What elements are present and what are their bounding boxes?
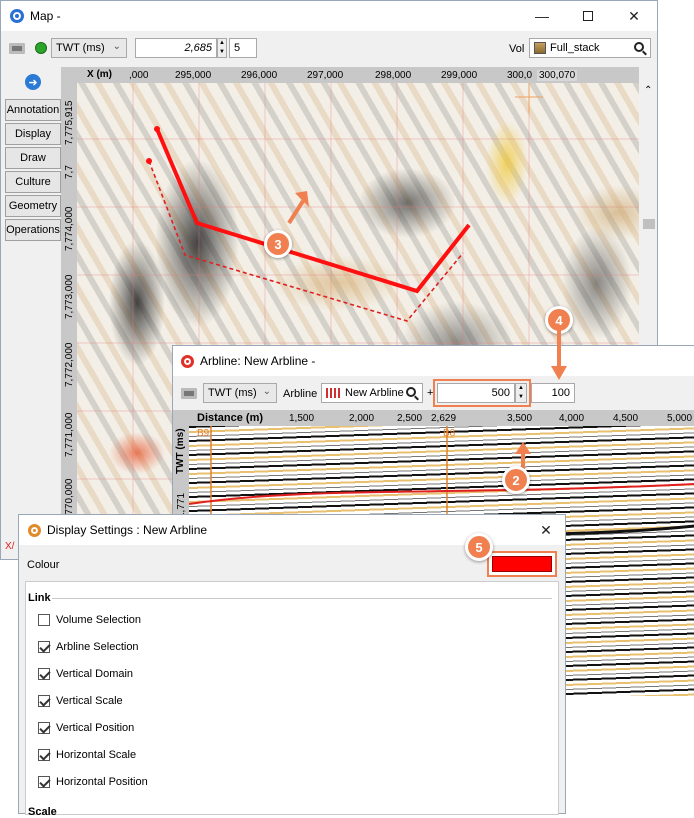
x-tick: 297,000 <box>307 70 344 81</box>
vol-label: Vol <box>509 43 525 55</box>
volume-selector[interactable]: Full_stack <box>529 38 651 58</box>
tab-annotation[interactable]: Annotation <box>5 99 61 121</box>
x-tick-cursor: 2,629 <box>431 413 457 424</box>
horizontal-scale-checkbox[interactable]: Horizontal Scale <box>38 749 136 761</box>
close-icon[interactable]: ✕ <box>611 1 657 31</box>
arbline-dashed <box>148 160 464 322</box>
arbline-value-spinner[interactable]: ▲ ▼ <box>515 383 527 403</box>
volume-icon <box>534 42 546 54</box>
checkbox-checked-icon[interactable] <box>38 641 50 653</box>
volume-selection-checkbox[interactable]: Volume Selection <box>38 614 141 626</box>
checkbox-checked-icon[interactable] <box>38 776 50 788</box>
arbline-label: Arbline <box>283 388 318 400</box>
map-time-spinner[interactable]: ▲ ▼ <box>217 38 227 58</box>
map-domain-select[interactable]: TWT (ms) ⌄ <box>51 38 127 58</box>
arbline-value-input[interactable]: 500 <box>437 383 515 403</box>
arbline-icon <box>326 388 342 398</box>
colour-label: Colour <box>27 559 60 571</box>
x-tick: 296,000 <box>241 70 278 81</box>
chevron-down-icon: ⌄ <box>112 41 121 52</box>
x-tick: 4,500 <box>613 413 639 424</box>
x-tick: 5,000 <box>667 413 693 424</box>
settings-panel: Link Volume Selection Arbline Selection … <box>25 581 559 818</box>
y-axis-label: TWT (ms) <box>175 428 186 474</box>
x-tick: 4,000 <box>559 413 585 424</box>
well-label: B8 <box>443 428 456 439</box>
y-tick: 7,774,000 <box>64 206 75 252</box>
y-tick: 7,772,000 <box>64 342 75 388</box>
x-tick: 1,500 <box>289 413 315 424</box>
checkbox-checked-icon[interactable] <box>38 668 50 680</box>
map-x-axis: X (m) ,000 295,000 296,000 297,000 298,0… <box>61 67 639 83</box>
arbline-step-input[interactable]: 100 <box>531 383 575 403</box>
tab-culture[interactable]: Culture <box>5 171 61 193</box>
map-titlebar[interactable]: Map - — ✕ <box>1 1 657 31</box>
arbline-solid <box>155 128 471 294</box>
vertical-position-checkbox[interactable]: Vertical Position <box>38 722 134 734</box>
display-settings-title: Display Settings : New Arbline <box>47 523 208 537</box>
arbline-toolbar: TWT (ms) ⌄ Arbline New Arbline + 500 ▲ ▼ 1… <box>173 379 694 408</box>
checkbox-checked-icon[interactable] <box>38 695 50 707</box>
map-title: Map - <box>30 9 61 23</box>
callout-badge-2: 2 <box>502 466 530 494</box>
checkbox-checked-icon[interactable] <box>38 722 50 734</box>
maximize-icon[interactable] <box>565 1 611 31</box>
arbline-title: Arbline: New Arbline - <box>200 354 316 368</box>
close-icon[interactable]: ✕ <box>527 515 565 545</box>
nav-arrow-icon[interactable]: ➜ <box>25 74 41 90</box>
section-divider <box>52 598 552 599</box>
scale-section-header: Scale <box>28 806 57 818</box>
map-status-label: X/ <box>5 541 15 552</box>
horizontal-position-checkbox[interactable]: Horizontal Position <box>38 776 148 788</box>
checkbox-icon[interactable] <box>38 614 50 626</box>
link-section-header: Link <box>28 592 51 604</box>
settings-app-icon <box>28 523 41 537</box>
x-tick: 300,0 <box>507 70 533 81</box>
callout-arrow-4 <box>551 330 567 380</box>
arbline-selector[interactable]: New Arbline <box>321 383 423 403</box>
arbline-app-icon <box>181 354 194 368</box>
x-tick: 2,000 <box>349 413 375 424</box>
scroll-thumb[interactable] <box>643 219 655 229</box>
tab-geometry[interactable]: Geometry <box>5 195 61 217</box>
arbline-x-axis: Distance (m) 1,500 2,000 2,500 2,629 3,5… <box>173 410 694 426</box>
colour-swatch-button[interactable] <box>492 556 552 572</box>
tab-draw[interactable]: Draw <box>5 147 61 169</box>
x-tick: 2,500 <box>397 413 423 424</box>
vertical-scale-checkbox[interactable]: Vertical Scale <box>38 695 123 707</box>
arbline-titlebar[interactable]: Arbline: New Arbline - <box>173 346 694 376</box>
x-axis-label: Distance (m) <box>197 412 264 424</box>
arbline-selection-checkbox[interactable]: Arbline Selection <box>38 641 139 653</box>
y-tick: 7,773,000 <box>64 274 75 320</box>
map-time-input[interactable]: 2,685 <box>135 38 217 58</box>
x-tick: 3,500 <box>507 413 533 424</box>
arbline-domain-select[interactable]: TWT (ms) ⌄ <box>203 383 277 403</box>
chevron-down-icon: ⌄ <box>262 386 271 397</box>
vertical-domain-checkbox[interactable]: Vertical Domain <box>38 668 133 680</box>
tab-display[interactable]: Display <box>5 123 61 145</box>
well-label: B9 <box>197 428 210 439</box>
y-tick: 7,775,915 <box>64 100 75 146</box>
callout-badge-5: 5 <box>465 533 493 561</box>
tab-operations[interactable]: Operations <box>5 219 61 241</box>
y-tick: 7,7 <box>64 165 75 179</box>
checkbox-checked-icon[interactable] <box>38 749 50 761</box>
map-step-input[interactable]: 5 <box>229 38 257 58</box>
camera-icon[interactable] <box>181 388 197 399</box>
scroll-up-icon[interactable]: ⌃ <box>644 85 652 96</box>
x-tick: 295,000 <box>175 70 212 81</box>
status-dot-icon <box>35 42 47 54</box>
map-y-axis: 7,775,915 7,7 7,774,000 7,773,000 7,772,… <box>61 83 77 561</box>
x-tick-cursor: 300,070 <box>537 70 578 81</box>
callout-badge-3: 3 <box>264 230 292 258</box>
x-tick: ,000 <box>129 70 149 81</box>
x-tick: 299,000 <box>441 70 478 81</box>
map-toolbar: TWT (ms) ⌄ 2,685 ▲ ▼ 5 Vol Full_stack <box>1 35 657 63</box>
minimize-icon[interactable]: — <box>519 1 565 31</box>
x-axis-label: X (m) <box>87 69 112 80</box>
map-app-icon <box>10 9 24 23</box>
y-tick: 7,771,000 <box>64 412 75 458</box>
x-tick: 298,000 <box>375 70 412 81</box>
camera-icon[interactable] <box>9 43 25 54</box>
